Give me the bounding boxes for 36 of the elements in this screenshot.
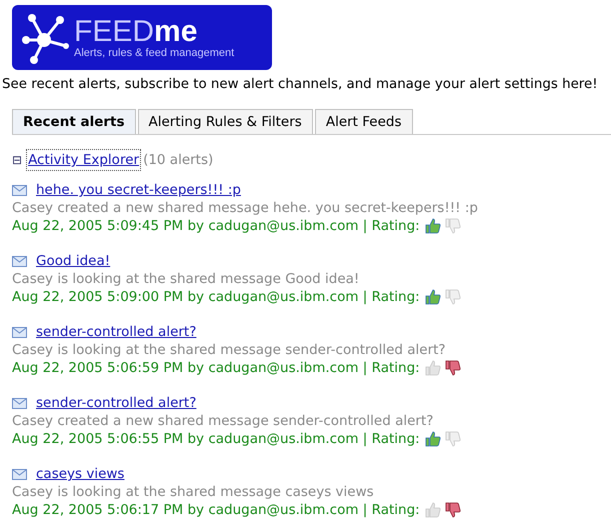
thumbs-up-icon[interactable] bbox=[424, 502, 441, 518]
alert-title-link[interactable]: sender-controlled alert? bbox=[36, 394, 196, 412]
alert-description: Casey created a new shared message sender-controlled alert? bbox=[12, 412, 434, 430]
intro-text: See recent alerts, subscribe to new alert channels, and manage your alert settings here! bbox=[2, 76, 599, 94]
envelope-icon bbox=[12, 468, 27, 480]
alert-description: Casey is looking at the shared message sender-controlled alert? bbox=[12, 341, 447, 360]
alert-description: Casey is looking at the shared message Good idea! bbox=[12, 270, 360, 288]
envelope-icon bbox=[12, 326, 27, 338]
tab[interactable]: Alert Feeds bbox=[314, 109, 412, 134]
envelope-icon bbox=[12, 398, 27, 409]
tab[interactable]: Recent alerts bbox=[12, 109, 136, 134]
alert-meta: Aug 22, 2005 5:06:55 PM by cadugan@us.ibm.com | Rating: bbox=[12, 430, 420, 448]
alert-meta: Aug 22, 2005 5:09:00 PM by cadugan@us.ibm.com | Rating: bbox=[12, 288, 420, 306]
envelope-icon bbox=[12, 256, 27, 267]
alert-meta: Aug 22, 2005 5:06:17 PM by cadugan@us.ibm.com | Rating: bbox=[12, 501, 420, 520]
alert-title-link[interactable]: caseys views bbox=[36, 465, 124, 484]
alert-meta: Aug 22, 2005 5:06:59 PM by cadugan@us.ibm.com | Rating: bbox=[12, 359, 420, 378]
thumbs-up-icon[interactable] bbox=[424, 431, 441, 448]
alert-title-link[interactable]: sender-controlled alert? bbox=[36, 323, 196, 342]
logo-subtitle: Alerts, rules & feed management bbox=[74, 48, 234, 59]
thumbs-up-icon[interactable] bbox=[424, 218, 441, 234]
thumbs-up-icon[interactable] bbox=[424, 360, 441, 376]
logo-title: FEEDme bbox=[74, 16, 198, 48]
group-link[interactable]: Activity Explorer bbox=[26, 149, 142, 172]
envelope-icon bbox=[12, 184, 27, 196]
alert-meta: Aug 22, 2005 5:09:45 PM by cadugan@us.ibm.com | Rating: bbox=[12, 217, 420, 236]
thumbs-down-icon[interactable] bbox=[444, 360, 461, 376]
alert-title-link[interactable]: Good idea! bbox=[36, 252, 110, 270]
tab[interactable]: Alerting Rules & Filters bbox=[138, 109, 313, 134]
alert-description: Casey created a new shared message hehe. you secret-keepers!!! :p bbox=[12, 199, 479, 218]
thumbs-down-icon[interactable] bbox=[444, 502, 461, 518]
thumbs-up-icon[interactable] bbox=[424, 289, 441, 306]
alert-description: Casey is looking at the shared message caseys views bbox=[12, 483, 375, 502]
alert-title-link[interactable]: hehe. you secret-keepers!!! :p bbox=[36, 181, 241, 200]
alert-count: (10 alerts) bbox=[143, 151, 214, 170]
collapse-toggle[interactable]: ⊟ bbox=[12, 154, 22, 166]
